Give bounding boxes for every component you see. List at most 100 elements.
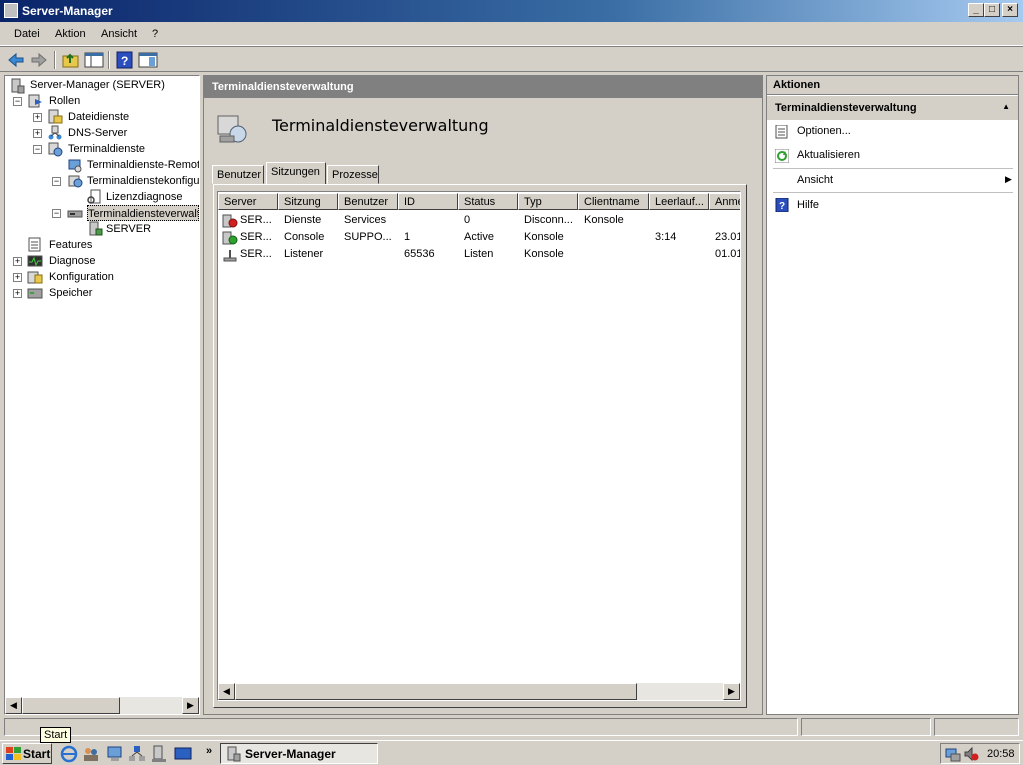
terminal-services-icon — [48, 142, 63, 157]
dns-server-icon — [48, 125, 62, 140]
expand-toggle[interactable]: + — [13, 289, 22, 298]
menu-datei[interactable]: Datei — [14, 28, 40, 40]
session-listener-icon — [223, 250, 237, 262]
computer-icon[interactable] — [106, 745, 124, 763]
tree-item-dns-server[interactable]: DNS-Server — [68, 125, 127, 141]
help-icon[interactable]: ? — [115, 51, 135, 69]
scroll-left-button[interactable]: ◀ — [218, 683, 235, 700]
tree-item-features[interactable]: Features — [49, 237, 92, 253]
sessions-list[interactable]: Server Sitzung Benutzer ID Status Typ Cl… — [217, 191, 741, 701]
menu-ansicht[interactable]: Ansicht — [101, 28, 137, 40]
svg-text:?: ? — [121, 54, 128, 68]
start-button[interactable]: Start — [2, 743, 52, 764]
action-hilfe[interactable]: Hilfe — [797, 199, 819, 211]
scroll-right-button[interactable]: ▶ — [182, 697, 199, 714]
show-desktop-icon[interactable] — [174, 745, 192, 763]
tree-root[interactable]: Server-Manager (SERVER) — [30, 77, 165, 93]
internet-explorer-icon[interactable] — [60, 745, 78, 763]
column-header-typ[interactable]: Typ — [518, 193, 578, 210]
tree-item-server[interactable]: SERVER — [106, 221, 151, 237]
maximize-button[interactable]: □ — [984, 3, 1000, 17]
terminal-services-manager-large-icon — [217, 115, 247, 143]
tree-item-terminaldiensteverwaltung[interactable]: Terminaldiensteverwaltung — [87, 205, 199, 221]
users-icon[interactable] — [82, 745, 100, 763]
tree-item-dateidienste[interactable]: Dateidienste — [68, 109, 129, 125]
cell-sitzung: Console — [284, 231, 325, 243]
scrollbar-thumb[interactable] — [235, 683, 637, 700]
collapse-section-icon[interactable]: ▲ — [1002, 102, 1010, 111]
collapse-toggle[interactable]: − — [52, 177, 61, 186]
tree-item-lizenzdiagnose[interactable]: Lizenzdiagnose — [106, 189, 182, 205]
expand-toggle[interactable]: + — [13, 257, 22, 266]
tree-item-konfiguration[interactable]: Konfiguration — [49, 269, 114, 285]
tree-item-remoteapp[interactable]: Terminaldienste-RemoteApp-Manager — [87, 157, 199, 173]
cell-typ: Konsole — [524, 248, 564, 260]
action-optionen[interactable]: Optionen... — [797, 125, 851, 137]
tab-benutzer[interactable]: Benutzer — [212, 165, 264, 184]
column-header-anmeldezeit[interactable]: Anmeldezeit — [709, 193, 740, 210]
column-header-id[interactable]: ID — [398, 193, 458, 210]
tree-item-rollen[interactable]: Rollen — [49, 93, 80, 109]
session-active-icon — [222, 231, 238, 245]
expand-toggle[interactable]: + — [33, 113, 42, 122]
up-folder-icon[interactable] — [61, 51, 81, 69]
show-hide-tree-icon[interactable] — [84, 51, 104, 69]
taskbar-task-label: Server-Manager — [245, 747, 336, 761]
title-bar[interactable]: Server-Manager _ □ × — [0, 0, 1023, 22]
column-header-benutzer[interactable]: Benutzer — [338, 193, 398, 210]
column-header-server[interactable]: Server — [218, 193, 278, 210]
collapse-toggle[interactable]: − — [13, 97, 22, 106]
minimize-button[interactable]: _ — [968, 3, 984, 17]
tab-sitzungen[interactable]: Sitzungen — [266, 162, 326, 185]
cell-server: SER... — [240, 248, 272, 260]
column-header-clientname[interactable]: Clientname — [578, 193, 649, 210]
navigation-tree[interactable]: Server-Manager (SERVER) − Rollen + Datei… — [4, 75, 200, 715]
table-row[interactable]: SER... Console SUPPO... 1 Active Konsole… — [218, 229, 740, 246]
list-horizontal-scrollbar[interactable]: ◀ ▶ — [218, 683, 740, 700]
status-bar — [0, 716, 1023, 738]
quicklaunch-overflow-icon[interactable]: » — [206, 745, 212, 757]
start-label: Start — [23, 747, 51, 761]
network-icon[interactable] — [128, 745, 146, 763]
license-diagnosis-icon — [87, 189, 101, 204]
expand-toggle[interactable]: + — [13, 273, 22, 282]
tree-item-terminaldienste[interactable]: Terminaldienste — [68, 141, 145, 157]
expand-toggle[interactable]: + — [33, 129, 42, 138]
volume-muted-icon[interactable] — [963, 746, 979, 762]
tree-item-diagnose[interactable]: Diagnose — [49, 253, 95, 269]
configuration-icon — [68, 175, 83, 188]
status-panel — [801, 718, 931, 736]
forward-icon[interactable] — [29, 51, 49, 69]
action-ansicht[interactable]: Ansicht — [797, 174, 833, 186]
table-row[interactable]: SER... Dienste Services 0 Disconn... Kon… — [218, 212, 740, 229]
column-header-status[interactable]: Status — [458, 193, 518, 210]
column-header-leerlauf[interactable]: Leerlauf... — [649, 193, 709, 210]
scrollbar-thumb[interactable] — [22, 697, 120, 714]
column-header-sitzung[interactable]: Sitzung — [278, 193, 338, 210]
actions-divider — [773, 168, 1013, 169]
scroll-right-button[interactable]: ▶ — [723, 683, 740, 700]
menu-help[interactable]: ? — [152, 28, 158, 40]
action-aktualisieren[interactable]: Aktualisieren — [797, 149, 860, 161]
clock: 20:58 — [987, 748, 1015, 760]
taskbar: Start » Server-Manager 20:58 — [0, 740, 1023, 765]
collapse-toggle[interactable]: − — [52, 209, 61, 218]
tree-horizontal-scrollbar[interactable]: ◀ ▶ — [5, 697, 199, 714]
server-manager-quicklaunch-icon[interactable] — [150, 745, 168, 763]
server-manager-icon — [4, 3, 18, 18]
table-row[interactable]: SER... Listener 65536 Listen Konsole 01.… — [218, 246, 740, 263]
tree-item-terminaldienstekonfiguration[interactable]: Terminaldienstekonfiguration — [87, 173, 199, 189]
back-icon[interactable] — [6, 51, 26, 69]
network-connection-icon[interactable] — [945, 746, 961, 762]
scroll-left-button[interactable]: ◀ — [5, 697, 22, 714]
tree-item-speicher[interactable]: Speicher — [49, 285, 92, 301]
collapse-toggle[interactable]: − — [33, 145, 42, 154]
actions-section-header[interactable]: Terminaldiensteverwaltung ▲ — [767, 96, 1018, 120]
taskbar-button-server-manager[interactable]: Server-Manager — [220, 743, 378, 764]
show-hide-action-pane-icon[interactable] — [138, 51, 158, 69]
menu-aktion[interactable]: Aktion — [55, 28, 86, 40]
tab-prozesse[interactable]: Prozesse — [327, 165, 379, 184]
toolbar-separator — [108, 51, 110, 69]
close-button[interactable]: × — [1002, 3, 1018, 17]
session-disconnected-icon — [222, 214, 238, 228]
